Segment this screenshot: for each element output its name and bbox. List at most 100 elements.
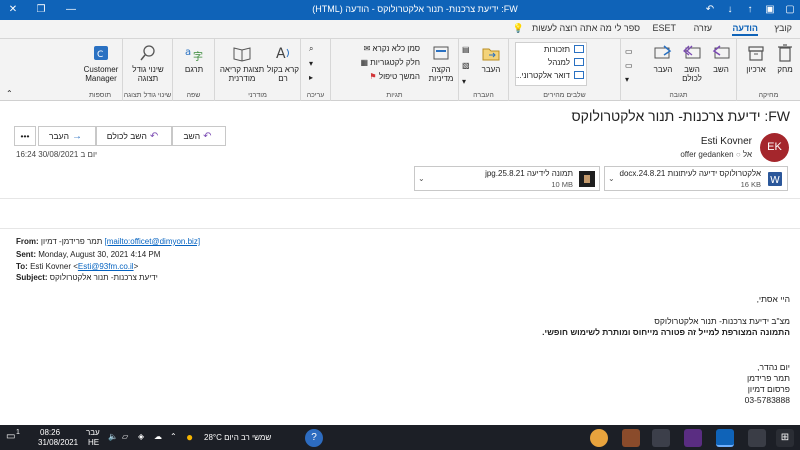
tray-chevron-icon[interactable]: ⌃ (170, 432, 177, 441)
app-icon[interactable] (652, 429, 670, 447)
tell-me-search[interactable]: ספר לי מה אתה רוצה לעשות (532, 23, 640, 33)
network-icon[interactable]: ▱ (122, 432, 128, 441)
customer-manager-icon: C (94, 46, 108, 60)
mark-unread-button[interactable]: סמן כלא נקרא ✉ (364, 44, 420, 53)
move-button[interactable]: העבר (477, 43, 505, 74)
quick-step-email[interactable]: דואר אלקטרוני... (516, 69, 586, 82)
ribbon-group-zoom: שינוי גודל תצוגה שינוי גודל תצוגה (122, 39, 172, 101)
weather-widget[interactable]: 28°C שמשי רב היום (204, 433, 271, 442)
reply-message-button[interactable]: השב ↶ (172, 126, 226, 146)
fwd-to-line: To: Esti Kovner <Esti@93fm.co.il> (16, 262, 139, 271)
rules-icon[interactable]: ▤ (462, 45, 470, 54)
forward-arrow-icon: → (71, 131, 82, 142)
notifications-icon[interactable]: ▭ (6, 431, 15, 442)
immersive-reader-button[interactable]: תצוגת קריאה מודרנית (219, 43, 265, 83)
categorize-button[interactable]: חלק לקטגוריות ▦ (360, 58, 420, 67)
forward-button[interactable]: העבר (649, 43, 677, 74)
app-icon[interactable] (684, 429, 702, 447)
fwd-from-email-link[interactable]: [mailto:officet@dimyon.biz] (104, 237, 200, 246)
image-thumbnail-icon (579, 171, 595, 187)
task-view-icon[interactable] (748, 429, 766, 447)
reply-all-message-button[interactable]: השב לכולם ↶ (96, 126, 172, 146)
ribbon-group-tags: הקצה מדיניות סמן כלא נקרא ✉ חלק לקטגוריו… (330, 39, 458, 101)
windows-start-icon[interactable]: ⊞ (776, 429, 794, 447)
language-code[interactable]: HE (88, 438, 99, 447)
related-icon[interactable]: ▾ (309, 59, 313, 68)
cloud-icon[interactable]: ☁ (154, 432, 162, 441)
app-icon[interactable] (622, 429, 640, 447)
svg-text:W: W (770, 175, 780, 186)
outlook-app-icon: ▢ (785, 4, 795, 15)
onenote-icon[interactable]: ▧ (462, 61, 470, 70)
ribbon-group-immersive: A קרא בקול רם תצוגת קריאה מודרנית מודרני (214, 39, 300, 101)
save-icon[interactable]: ▣ (760, 0, 780, 20)
language-indicator[interactable]: עבר (86, 428, 100, 437)
select-icon[interactable]: ▸ (309, 73, 313, 82)
body-line-bold: התמונה המצורפת למייל זה פטורה מייחוס ומו… (542, 327, 790, 337)
find-icon[interactable]: ⌕ (309, 44, 313, 54)
chrome-icon[interactable] (590, 429, 608, 447)
attachment-name: תמונה לידיעה 25.8.21.jpg (485, 169, 573, 178)
trash-icon (778, 44, 792, 62)
chevron-down-icon[interactable]: ⌄ (608, 174, 615, 183)
clock-time[interactable]: 08:26 (40, 428, 60, 437)
fwd-to-email-link[interactable]: Esti@93fm.co.il (78, 262, 134, 271)
delete-button[interactable]: מחק (771, 43, 799, 74)
ribbon-group-editing: ⌕ ▾ ▸ עריכה (300, 39, 330, 101)
read-aloud-button[interactable]: A קרא בקול רם (267, 43, 299, 83)
follow-up-button[interactable]: המשך טיפול ⚑ (369, 72, 420, 81)
reply-button[interactable]: השב (707, 43, 735, 74)
im-reply-icon[interactable]: ▭ (625, 61, 633, 70)
quick-step-to-manager[interactable]: למנהל (516, 56, 586, 69)
up-arrow-icon[interactable]: ↑ (740, 0, 760, 20)
ribbon-group-tags-label: תגיות (386, 92, 403, 99)
svg-text:字: 字 (193, 50, 203, 63)
recipient-name[interactable]: offer gedanken (680, 150, 733, 159)
lightbulb-icon: 💡 (512, 23, 524, 33)
more-actions-button[interactable]: ••• (14, 126, 36, 146)
translate-button[interactable]: a字 תרגם (179, 43, 209, 74)
more-respond-icon[interactable]: ▾ (625, 75, 629, 84)
zoom-button[interactable]: שינוי גודל תצוגה (127, 43, 169, 83)
undo-icon[interactable]: ↶ (700, 0, 720, 20)
quick-step-reminders[interactable]: תזכורות (516, 43, 586, 56)
tab-eset[interactable]: ESET (652, 23, 676, 33)
ribbon-group-editing-label: עריכה (306, 92, 325, 99)
svg-text:a: a (185, 47, 191, 58)
forward-message-button[interactable]: העבר → (38, 126, 96, 146)
attachment-docx[interactable]: W אלקטרולוקס ידיעה לעיתונות 24.8.21.docx… (604, 166, 788, 191)
tab-file[interactable]: קובץ (774, 23, 792, 33)
tab-message[interactable]: הודעה (732, 23, 758, 36)
reply-all-button[interactable]: השב לכולם (677, 43, 707, 83)
customer-manager-button[interactable]: C Customer Manager (80, 43, 122, 83)
meeting-reply-icon[interactable]: ▭ (625, 47, 633, 56)
restore-window-button[interactable]: ❐ (28, 0, 54, 20)
collapse-ribbon-icon[interactable]: ⌃ (6, 89, 13, 98)
minimize-window-button[interactable]: — (58, 0, 84, 20)
assign-policy-button[interactable]: הקצה מדיניות (425, 43, 457, 83)
attachment-size: 16 KB (740, 180, 761, 189)
ribbon-group-immersive-label: מודרני (248, 92, 267, 99)
ribbon-group-zoom-label: שינוי גודל תצוגה (123, 92, 172, 99)
close-window-button[interactable]: ✕ (0, 0, 26, 20)
actions-icon[interactable]: ▾ (462, 77, 466, 86)
down-arrow-icon[interactable]: ↓ (720, 0, 740, 20)
chevron-down-icon[interactable]: ⌄ (418, 174, 425, 183)
avatar[interactable]: EK (760, 133, 789, 162)
speaker-icon[interactable]: 🔈 (108, 432, 118, 441)
reply-all-arrow-icon: ↶ (149, 131, 159, 142)
clock-date[interactable]: 31/08/2021 (38, 438, 78, 447)
fwd-subject-line: Subject: ידיעת צרכנות- תנור אלקטרולוקס (16, 273, 158, 282)
ribbon-group-respond-label: תגובה (669, 92, 688, 99)
attachment-jpg[interactable]: תמונה לידיעה 25.8.21.jpg 10 MB ⌄ (414, 166, 600, 191)
help-icon[interactable]: ? (305, 429, 323, 447)
sender-name[interactable]: Esti Kovner (701, 136, 752, 147)
reply-arrow-icon: ↶ (203, 131, 212, 142)
archive-button[interactable]: ארכיון (741, 43, 771, 74)
outlook-taskbar-icon[interactable] (716, 429, 734, 447)
svg-text:C: C (97, 50, 103, 60)
dropbox-icon[interactable]: ◈ (138, 432, 144, 441)
tab-help[interactable]: עזרה (694, 23, 712, 33)
header-divider (0, 198, 800, 199)
body-line: מצ"ב ידיעת צרכנות- תנור אלקטרולוקס (654, 316, 790, 326)
